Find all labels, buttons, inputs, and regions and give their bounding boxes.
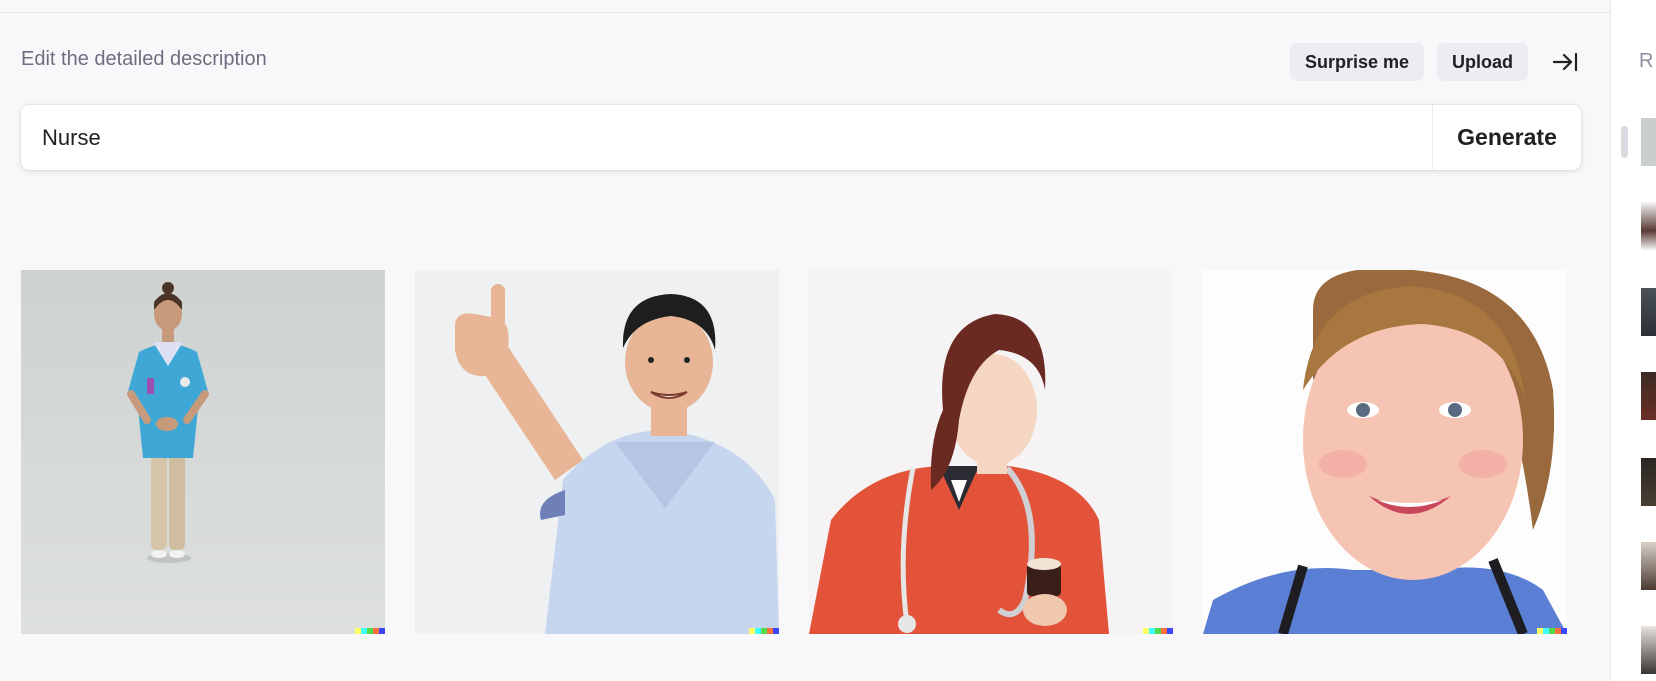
result-image-1[interactable] <box>21 270 385 634</box>
upload-button[interactable]: Upload <box>1437 43 1528 81</box>
prompt-heading: Edit the detailed description <box>21 48 267 70</box>
nurse-turquoise-scrubs-image <box>21 270 385 634</box>
result-image-2[interactable] <box>415 270 779 634</box>
history-sidebar: R <box>1610 0 1656 681</box>
history-thumbnail[interactable] <box>1641 288 1656 336</box>
nurse-thumbs-up-image <box>415 270 779 634</box>
history-thumbnail[interactable] <box>1641 458 1656 506</box>
history-thumbnail[interactable] <box>1641 118 1656 166</box>
signature-swatch <box>773 628 779 634</box>
prompt-bar: Generate <box>21 105 1581 170</box>
history-scrollbar[interactable] <box>1621 126 1628 158</box>
signature-swatch <box>1561 628 1567 634</box>
signature-swatch <box>1167 628 1173 634</box>
prompt-actions: Surprise me Upload <box>1289 43 1583 81</box>
arrow-right-to-line-icon <box>1552 52 1578 72</box>
surprise-me-button[interactable]: Surprise me <box>1289 43 1424 81</box>
collapse-panel-button[interactable] <box>1547 43 1583 81</box>
generate-button[interactable]: Generate <box>1432 105 1581 170</box>
nurse-red-coat-stethoscope-image <box>809 270 1173 634</box>
app-page: Edit the detailed description Surprise m… <box>0 0 1656 681</box>
nurse-blue-scrubs-portrait-image <box>1203 270 1567 634</box>
signature-watermark <box>1143 628 1173 634</box>
prompt-input[interactable] <box>21 105 1432 170</box>
signature-watermark <box>749 628 779 634</box>
history-thumbnail[interactable] <box>1641 372 1656 420</box>
history-thumbnail[interactable] <box>1641 626 1656 674</box>
history-thumbnail[interactable] <box>1641 202 1656 250</box>
result-grid <box>21 270 1567 634</box>
signature-watermark <box>1537 628 1567 634</box>
history-heading: R <box>1639 50 1654 72</box>
history-thumbnail[interactable] <box>1641 542 1656 590</box>
signature-watermark <box>355 628 385 634</box>
result-image-4[interactable] <box>1203 270 1567 634</box>
signature-swatch <box>379 628 385 634</box>
result-image-3[interactable] <box>809 270 1173 634</box>
editor-panel: Edit the detailed description Surprise m… <box>0 0 1610 681</box>
